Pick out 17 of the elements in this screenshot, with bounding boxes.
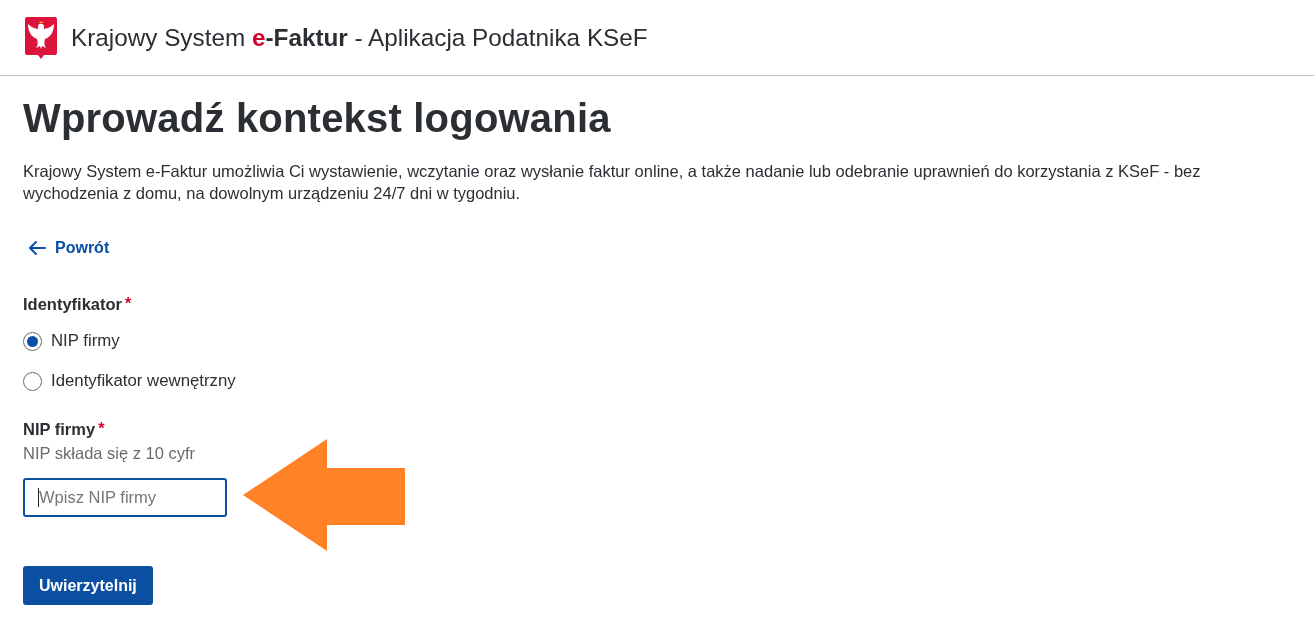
nip-input-field[interactable]: Wpisz NIP firmy xyxy=(23,478,227,517)
app-title: Krajowy System e-Faktur - Aplikacja Podatnika KSeF xyxy=(71,22,648,53)
radio-button[interactable] xyxy=(23,371,42,391)
eagle-emblem-icon xyxy=(24,16,58,59)
authenticate-button[interactable]: Uwierzytelnij xyxy=(23,566,153,605)
identifier-label: Identyfikator xyxy=(23,294,123,315)
nip-hint: NIP składa się z 10 cyfr xyxy=(23,443,196,464)
back-link[interactable]: Powrót xyxy=(23,237,110,259)
back-arrow-icon xyxy=(28,240,46,256)
description-text: Krajowy System e-Faktur umożliwia Ci wystawienie, wczytanie oraz wysłanie faktur online, a także nadanie lub odebranie uprawnień do korzystania z KSeF - bez wychodzenia z domu, na dowolnym urządzeniu 24/7 dni w tygodniu. xyxy=(23,161,1202,204)
required-mark: * xyxy=(98,419,105,439)
radio-option[interactable]: NIP firmy xyxy=(23,329,120,353)
radio-option[interactable]: Identyfikator wewnętrzny xyxy=(23,369,236,393)
page-heading: Wprowadź kontekst logowania xyxy=(23,95,611,141)
nip-label: NIP firmy xyxy=(23,419,96,440)
required-mark: * xyxy=(125,294,132,314)
radio-button[interactable] xyxy=(23,331,42,351)
